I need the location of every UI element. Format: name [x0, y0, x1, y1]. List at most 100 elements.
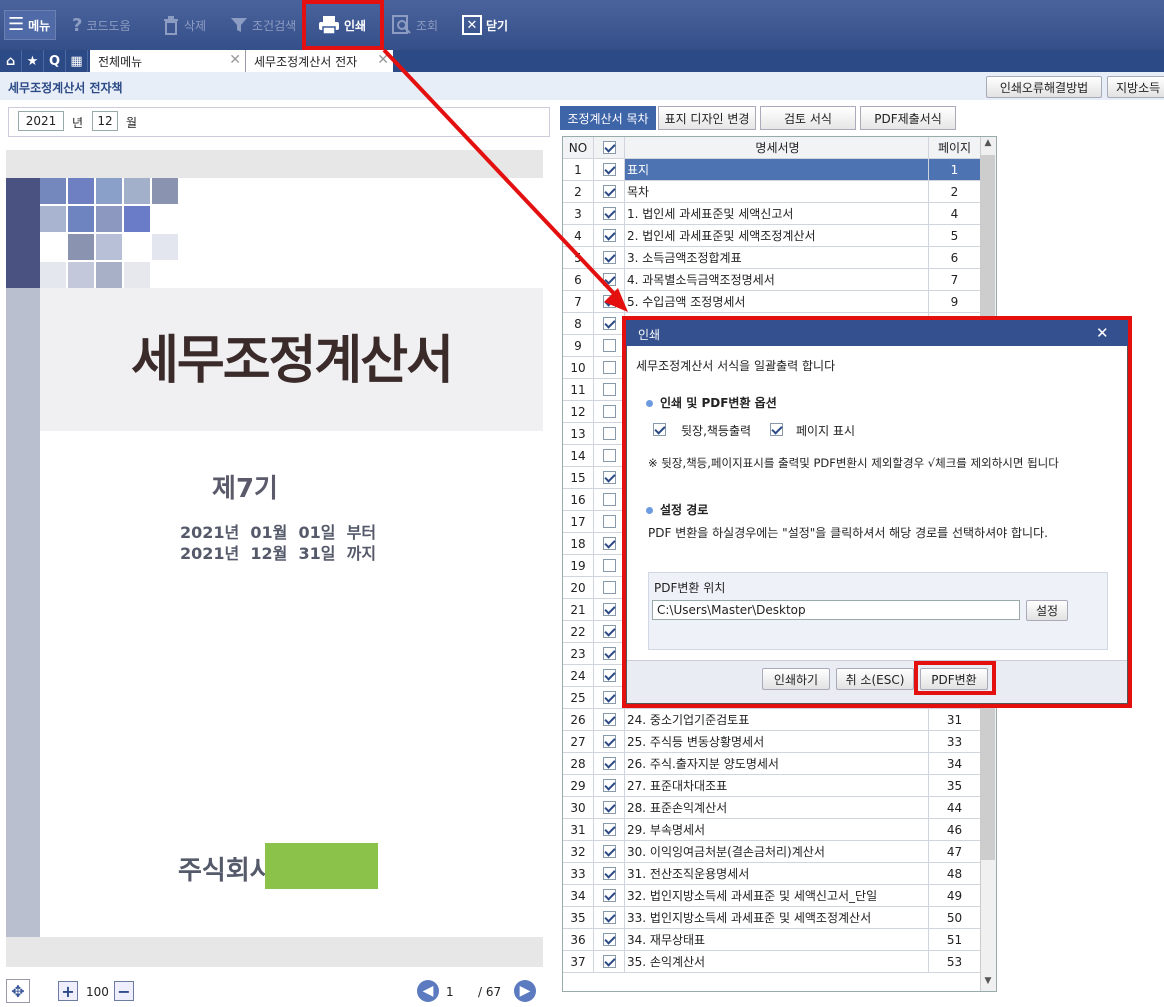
row-checkbox-cell[interactable] — [594, 335, 625, 356]
table-row[interactable]: 36 34. 재무상태표 51 — [563, 929, 981, 951]
close-icon[interactable]: ✕ — [377, 52, 389, 68]
row-checkbox[interactable] — [602, 581, 616, 594]
row-checkbox[interactable] — [602, 361, 616, 374]
home-icon[interactable]: ⌂ — [0, 50, 22, 72]
close-icon[interactable]: ✕ — [229, 52, 241, 68]
row-checkbox-cell[interactable] — [594, 401, 625, 422]
header-checkbox[interactable] — [594, 137, 625, 158]
table-row[interactable]: 27 25. 주식등 변동상황명세서 33 — [563, 731, 981, 753]
row-checkbox-cell[interactable] — [594, 643, 625, 664]
tab-pdf-forms[interactable]: PDF제출서식 — [860, 106, 956, 130]
table-row[interactable]: 37 35. 손익계산서 53 — [563, 951, 981, 973]
table-row[interactable]: 3 1. 법인세 과세표준및 세액신고서 4 — [563, 203, 981, 225]
row-checkbox[interactable] — [602, 207, 616, 220]
row-checkbox[interactable] — [602, 427, 616, 440]
row-checkbox[interactable] — [602, 317, 616, 330]
row-checkbox-cell[interactable] — [594, 203, 625, 224]
row-checkbox[interactable] — [602, 603, 616, 616]
row-checkbox-cell[interactable] — [594, 357, 625, 378]
row-checkbox[interactable] — [602, 405, 616, 418]
row-checkbox-cell[interactable] — [594, 885, 625, 906]
row-checkbox[interactable] — [602, 273, 616, 286]
row-checkbox-cell[interactable] — [594, 929, 625, 950]
table-row[interactable]: 32 30. 이익잉여금처분(결손금처리)계산서 47 — [563, 841, 981, 863]
zoom-out-icon[interactable]: − — [114, 981, 134, 1001]
scroll-up-icon[interactable]: ▲ — [981, 138, 995, 152]
row-checkbox-cell[interactable] — [594, 423, 625, 444]
close-button[interactable]: ✕ 닫기 — [462, 10, 508, 40]
row-checkbox-cell[interactable] — [594, 313, 625, 334]
row-checkbox[interactable] — [602, 493, 616, 506]
table-row[interactable]: 4 2. 법인세 과세표준및 세액조정계산서 5 — [563, 225, 981, 247]
tab-all-menu[interactable]: 전체메뉴 ✕ — [90, 50, 245, 72]
row-checkbox-cell[interactable] — [594, 951, 625, 972]
table-row[interactable]: 7 5. 수입금액 조정명세서 9 — [563, 291, 981, 313]
row-checkbox-cell[interactable] — [594, 621, 625, 642]
search-q-icon[interactable]: Q — [44, 50, 66, 72]
row-checkbox[interactable] — [602, 339, 616, 352]
table-row[interactable]: 6 4. 과목별소득금액조정명세서 7 — [563, 269, 981, 291]
row-checkbox-cell[interactable] — [594, 753, 625, 774]
row-checkbox-cell[interactable] — [594, 665, 625, 686]
calendar-icon[interactable]: ▦ — [66, 50, 88, 72]
scroll-down-icon[interactable]: ▼ — [981, 976, 995, 990]
check-all-checkbox[interactable] — [602, 141, 616, 154]
row-checkbox-cell[interactable] — [594, 907, 625, 928]
row-checkbox[interactable] — [602, 537, 616, 550]
table-row[interactable]: 30 28. 표준손익계산서 44 — [563, 797, 981, 819]
tab-review-forms[interactable]: 검토 서식 — [760, 106, 856, 130]
row-checkbox-cell[interactable] — [594, 225, 625, 246]
row-checkbox[interactable] — [602, 647, 616, 660]
fit-page-icon[interactable]: ✥ — [6, 979, 30, 1003]
row-checkbox[interactable] — [602, 471, 616, 484]
row-checkbox[interactable] — [602, 185, 616, 198]
row-checkbox[interactable] — [602, 559, 616, 572]
table-row[interactable]: 31 29. 부속명세서 46 — [563, 819, 981, 841]
row-checkbox[interactable] — [602, 163, 616, 176]
row-checkbox[interactable] — [602, 911, 616, 924]
row-checkbox-cell[interactable] — [594, 247, 625, 268]
row-checkbox-cell[interactable] — [594, 599, 625, 620]
row-checkbox-cell[interactable] — [594, 181, 625, 202]
print-error-help-button[interactable]: 인쇄오류해결방법 — [986, 76, 1102, 98]
menu-button[interactable]: ☰ 메뉴 — [4, 10, 56, 40]
table-row[interactable]: 26 24. 중소기업기준검토표 31 — [563, 709, 981, 731]
row-checkbox-cell[interactable] — [594, 269, 625, 290]
tab-tax-ebook[interactable]: 세무조정계산서 전자 ✕ — [245, 50, 393, 72]
row-checkbox[interactable] — [602, 383, 616, 396]
table-row[interactable]: 2 목차 2 — [563, 181, 981, 203]
row-checkbox-cell[interactable] — [594, 797, 625, 818]
row-checkbox[interactable] — [602, 889, 616, 902]
row-checkbox-cell[interactable] — [594, 533, 625, 554]
table-row[interactable]: 34 32. 법인지방소득세 과세표준 및 세액신고서_단일 49 — [563, 885, 981, 907]
delete-button[interactable]: 삭제 — [162, 10, 206, 40]
row-checkbox-cell[interactable] — [594, 555, 625, 576]
row-checkbox[interactable] — [602, 867, 616, 880]
row-checkbox-cell[interactable] — [594, 819, 625, 840]
row-checkbox-cell[interactable] — [594, 489, 625, 510]
row-checkbox[interactable] — [602, 515, 616, 528]
row-checkbox-cell[interactable] — [594, 379, 625, 400]
prev-page-icon[interactable]: ◀ — [417, 980, 439, 1002]
row-checkbox[interactable] — [602, 801, 616, 814]
row-checkbox[interactable] — [602, 955, 616, 968]
row-checkbox[interactable] — [602, 691, 616, 704]
table-row[interactable]: 29 27. 표준대차대조표 35 — [563, 775, 981, 797]
row-checkbox-cell[interactable] — [594, 775, 625, 796]
row-checkbox[interactable] — [602, 823, 616, 836]
table-row[interactable]: 28 26. 주식.출자지분 양도명세서 34 — [563, 753, 981, 775]
row-checkbox[interactable] — [602, 449, 616, 462]
row-checkbox-cell[interactable] — [594, 467, 625, 488]
table-row[interactable]: 5 3. 소득금액조정합계표 6 — [563, 247, 981, 269]
row-checkbox[interactable] — [602, 229, 616, 242]
row-checkbox[interactable] — [602, 779, 616, 792]
row-checkbox-cell[interactable] — [594, 687, 625, 708]
row-checkbox-cell[interactable] — [594, 291, 625, 312]
row-checkbox[interactable] — [602, 625, 616, 638]
row-checkbox[interactable] — [602, 251, 616, 264]
table-row[interactable]: 1 표지 1 — [563, 159, 981, 181]
row-checkbox[interactable] — [602, 845, 616, 858]
tab-cover-design[interactable]: 표지 디자인 변경 — [658, 106, 756, 130]
code-help-button[interactable]: ? 코드도움 — [72, 10, 131, 40]
table-row[interactable]: 33 31. 전산조직운용명세서 48 — [563, 863, 981, 885]
